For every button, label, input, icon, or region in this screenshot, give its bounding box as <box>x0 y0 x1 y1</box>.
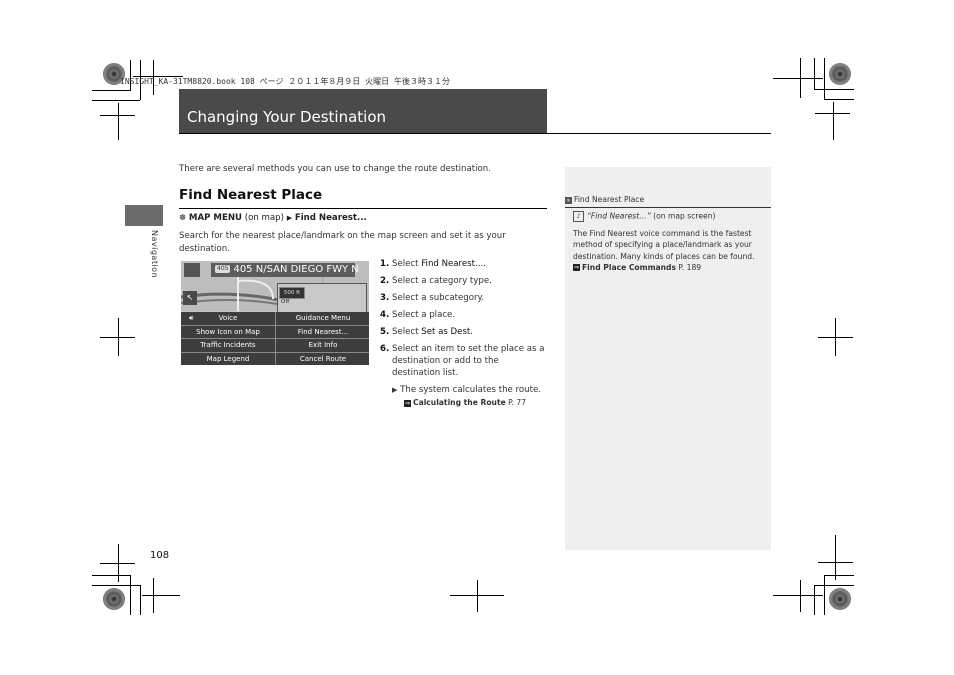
menu-item-cancel-route[interactable]: Cancel Route <box>276 352 369 365</box>
section-description: Search for the nearest place/landmark on… <box>179 231 506 254</box>
menu-item-find-nearest[interactable]: Find Nearest... <box>276 325 369 338</box>
map-menu: 🔊︎ Voice Guidance Menu Show Icon on Map F… <box>181 312 369 365</box>
menu-path: ☸ MAP MENU (on map) ▶ Find Nearest... <box>179 213 367 223</box>
step-continuation: destination list. <box>392 368 459 378</box>
menu-path-menu: MAP MENU <box>188 213 242 223</box>
sidebar-title: » Find Nearest Place <box>565 195 645 204</box>
distance-readout: 500 ft <box>279 287 305 299</box>
result-text: ▶ The system calculates the route. <box>392 385 541 395</box>
intro-text: There are several methods you can use to… <box>179 164 491 174</box>
step-item: 2. Select a category type. <box>380 276 492 286</box>
reference-arrow-icon: ⇒ <box>404 399 411 407</box>
cross-reference-link[interactable]: ⇒ Calculating the Route P. 77 <box>404 398 526 407</box>
page-title-bar: Changing Your Destination <box>179 89 547 133</box>
section-heading: Find Nearest Place <box>179 187 323 203</box>
sidebar-divider <box>565 207 771 208</box>
color-registration-disc <box>829 63 851 85</box>
map-mode-icon <box>184 263 200 277</box>
menu-item-voice[interactable]: 🔊︎ Voice <box>181 312 275 325</box>
step-item: 3. Select a subcategory. <box>380 293 485 303</box>
compass-icon: ↖ <box>183 291 197 305</box>
step-item: 6. Select an item to set the place as a <box>380 344 545 354</box>
sidebar-body: The Find Nearest voice command is the fa… <box>573 229 755 272</box>
menu-item-traffic-incidents[interactable]: Traffic Incidents <box>181 339 275 352</box>
section-tab-marker <box>125 205 163 226</box>
navigation-screen-image: ↖ 405 405 N/SAN DIEGO FWY N 500 ft Off 🔊︎… <box>181 261 369 365</box>
menu-path-context: (on map) <box>244 213 284 223</box>
menu-item-guidance-menu[interactable]: Guidance Menu <box>276 312 369 325</box>
road-name-banner: 405 405 N/SAN DIEGO FWY N <box>211 263 359 277</box>
step-item: 1. Select Find Nearest.... <box>380 259 486 269</box>
print-header: INSIGHT_KA-31TM8820.book 108 ページ ２０１１年８月… <box>120 77 450 86</box>
notes-sidebar <box>565 167 771 550</box>
section-tab-label: Navigation <box>150 230 159 279</box>
step-item: 4. Select a place. <box>380 310 456 320</box>
off-label: Off <box>281 299 290 305</box>
arrow-right-icon: ▶ <box>286 214 293 222</box>
interface-dial-icon: ☸ <box>179 213 187 222</box>
voice-command: ♪ “Find Nearest…” (on map screen) <box>573 211 715 222</box>
title-divider <box>179 133 771 134</box>
arrow-right-icon: ▶ <box>392 386 398 394</box>
page-title: Changing Your Destination <box>187 108 387 126</box>
step-item: 5. Select Set as Dest. <box>380 327 474 337</box>
voice-talk-icon: ♪ <box>573 211 584 222</box>
cross-reference-link[interactable]: ⇒ Find Place Commands P. 189 <box>573 263 701 272</box>
map-view: ↖ 405 405 N/SAN DIEGO FWY N 500 ft Off <box>181 261 369 313</box>
menu-path-item: Find Nearest... <box>294 213 367 223</box>
reference-arrow-icon: ⇒ <box>573 264 580 272</box>
menu-item-exit-info[interactable]: Exit Info <box>276 339 369 352</box>
speaker-icon: 🔊︎ <box>189 314 194 322</box>
road-name: 405 N/SAN DIEGO FWY N <box>233 264 359 275</box>
color-registration-disc <box>829 588 851 610</box>
road-shield-icon: 405 <box>215 265 231 273</box>
section-divider <box>179 208 547 209</box>
menu-item-map-legend[interactable]: Map Legend <box>181 352 275 365</box>
menu-item-show-icon-on-map[interactable]: Show Icon on Map <box>181 325 275 338</box>
page-number: 108 <box>150 550 170 561</box>
note-marker-icon: » <box>565 196 572 204</box>
step-continuation: destination or add to the <box>392 356 499 366</box>
color-registration-disc <box>103 588 125 610</box>
